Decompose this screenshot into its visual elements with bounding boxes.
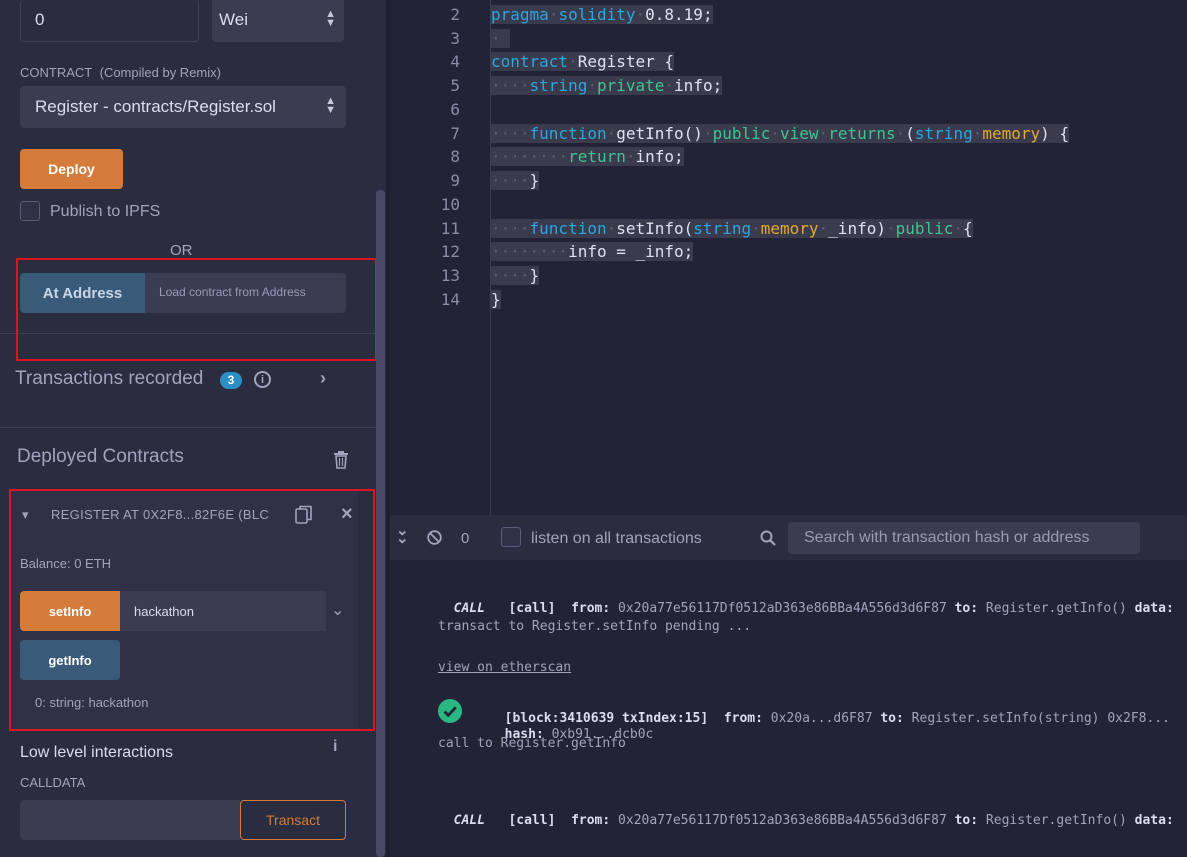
line-number: 13: [440, 266, 460, 285]
etherscan-link[interactable]: view on etherscan: [438, 660, 571, 675]
contract-label: CONTRACT (Compiled by Remix): [20, 65, 221, 80]
line-number: 6: [450, 100, 460, 119]
line-number: 2: [450, 5, 460, 24]
code-line: ········return·info;: [491, 147, 684, 166]
value-input[interactable]: 0: [20, 0, 199, 42]
transactions-count-badge: 3: [220, 372, 242, 389]
code-line: pragma·solidity·0.8.19;: [491, 5, 713, 24]
call-message: call to Register.getInfo: [438, 736, 626, 751]
line-number: 10: [440, 195, 460, 214]
info-icon[interactable]: i: [333, 738, 337, 756]
line-number: 9: [450, 171, 460, 190]
highlight-frame-at-address: [16, 258, 376, 361]
deploy-button[interactable]: Deploy: [20, 149, 123, 189]
trash-icon[interactable]: [333, 451, 349, 469]
line-number: 14: [440, 290, 460, 309]
divider: [0, 427, 376, 428]
code-line: ····}: [491, 266, 540, 285]
transactions-recorded-title[interactable]: Transactions recorded: [15, 368, 203, 390]
low-level-title: Low level interactions: [20, 744, 173, 761]
contract-select[interactable]: Register - contracts/Register.sol ▲ ▼: [20, 86, 346, 128]
search-input[interactable]: Search with transaction hash or address: [788, 522, 1140, 554]
pending-message: transact to Register.setInfo pending ...: [438, 619, 752, 634]
calldata-label: CALLDATA: [20, 775, 86, 790]
collapse-terminal-icon[interactable]: ⌄ ⌄: [396, 523, 409, 546]
success-check-icon: [438, 699, 462, 723]
listen-checkbox[interactable]: [501, 527, 521, 547]
line-number: 7: [450, 124, 460, 143]
line-number: 11: [440, 219, 460, 238]
or-separator: OR: [170, 242, 193, 259]
scrollbar-thumb[interactable]: [376, 190, 385, 857]
calldata-input[interactable]: [20, 800, 240, 840]
unit-select[interactable]: Wei ▲ ▼: [212, 0, 344, 42]
clear-console-icon[interactable]: [427, 530, 442, 545]
log-entry-call[interactable]: CALL [call] from: 0x20a77e56117Df0512aD3…: [438, 586, 1174, 616]
deploy-run-panel: 0 Wei ▲ ▼ CONTRACT (Compiled by Remix) Re…: [0, 0, 376, 857]
select-arrows-icon: ▲ ▼: [325, 8, 336, 29]
chevron-right-icon[interactable]: ›: [320, 368, 326, 389]
listen-label: listen on all transactions: [531, 530, 702, 547]
code-line: ········info = _info;: [491, 242, 694, 261]
code-line: contract·Register {: [491, 52, 675, 71]
highlight-frame-deployed: [9, 489, 375, 731]
code-line: ····function·getInfo()·public·view·retur…: [491, 124, 1070, 143]
code-line: ·: [491, 29, 511, 48]
code-line: }: [491, 290, 501, 309]
code-line: ····string·private·info;: [491, 76, 723, 95]
line-number: 5: [450, 76, 460, 95]
line-number: 3: [450, 29, 460, 48]
line-number: 12: [440, 242, 460, 261]
select-arrows-icon: ▲ ▼: [325, 95, 336, 116]
code-line: ····function·setInfo(string·memory·_info…: [491, 219, 973, 238]
deployed-contracts-title: Deployed Contracts: [17, 446, 184, 467]
log-entry-call[interactable]: CALL [call] from: 0x20a77e56117Df0512aD3…: [438, 798, 1174, 828]
search-icon: [760, 530, 776, 546]
code-line: ····}: [491, 171, 540, 190]
transact-button[interactable]: Transact: [240, 800, 346, 840]
publish-ipfs-label: Publish to IPFS: [50, 203, 161, 220]
line-gutter: 2 3 4 5 6 7 8 9 10 11 12 13 14: [390, 0, 490, 515]
line-number: 8: [450, 147, 460, 166]
line-number: 4: [450, 52, 460, 71]
info-icon[interactable]: i: [254, 371, 271, 388]
publish-ipfs-checkbox[interactable]: [20, 201, 40, 221]
pending-count: 0: [461, 530, 470, 547]
